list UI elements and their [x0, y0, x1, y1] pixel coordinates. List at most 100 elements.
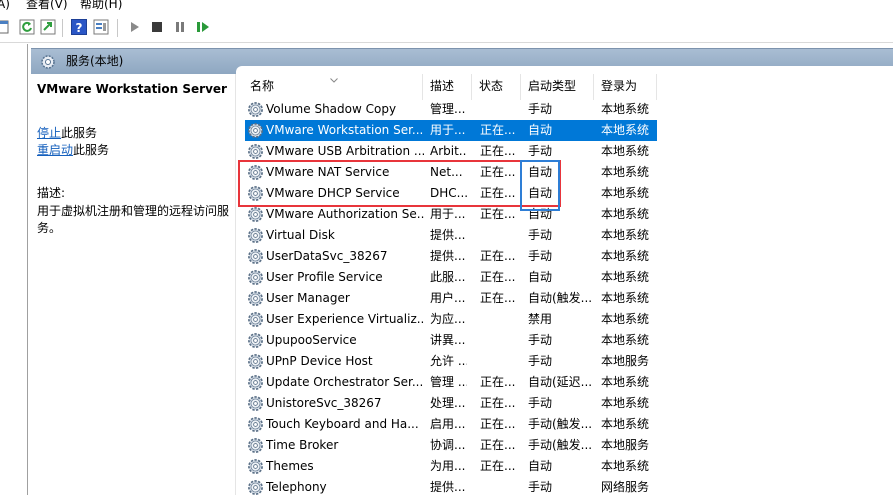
service-startup-type: 手动 — [528, 333, 553, 347]
column-divider[interactable] — [593, 74, 594, 100]
export-icon[interactable] — [40, 19, 56, 35]
service-logon-as: 本地系统 — [601, 165, 650, 179]
pane-title: 服务(本地) — [66, 54, 124, 68]
service-row[interactable]: User Manager 用户... 正在... 自动(触发... 本地系统 — [245, 288, 657, 309]
service-status: 正在... — [480, 207, 516, 221]
back-icon[interactable] — [0, 19, 10, 35]
service-description-cell: 管理 ... — [430, 375, 467, 389]
service-gear-icon — [248, 354, 263, 369]
menu-help[interactable]: 帮助(H) — [80, 0, 122, 11]
red-highlight-box — [238, 160, 561, 207]
service-description-cell: Arbit... — [430, 144, 467, 158]
stop-service-link[interactable]: 停止 — [37, 126, 61, 140]
column-divider[interactable] — [422, 74, 423, 100]
help-icon[interactable]: ? — [71, 19, 87, 35]
column-header-logon-as[interactable]: 登录为 — [601, 79, 637, 94]
service-logon-as: 网络服务 — [601, 480, 650, 494]
service-logon-as: 本地系统 — [601, 186, 650, 200]
service-name: UnistoreSvc_38267 — [266, 396, 382, 410]
service-row[interactable]: Telephony 提供... 手动 网络服务 — [245, 477, 657, 495]
service-startup-type: 手动 — [528, 228, 553, 242]
column-header-name[interactable]: 名称 — [250, 79, 274, 94]
stop-service-action: 停止此服务 — [37, 125, 97, 141]
service-description-cell: 此服... — [430, 270, 466, 284]
service-startup-type: 手动 — [528, 249, 553, 263]
service-row[interactable]: Volume Shadow Copy 管理... 手动 本地系统 — [245, 99, 657, 120]
service-status: 正在... — [480, 249, 516, 263]
service-logon-as: 本地系统 — [601, 333, 650, 347]
service-logon-as: 本地系统 — [601, 417, 650, 431]
services-gear-icon — [41, 55, 55, 69]
service-description: 用于虚拟机注册和管理的远程访问服务。 — [37, 204, 230, 235]
service-row[interactable]: User Profile Service 此服... 正在... 自动 本地系统 — [245, 267, 657, 288]
service-startup-type: 手动 — [528, 480, 553, 494]
service-gear-icon — [248, 312, 263, 327]
service-row[interactable]: Touch Keyboard and Ha... 启用... 正在... 手动(… — [245, 414, 657, 435]
restart-service-link[interactable]: 重启动 — [37, 143, 73, 157]
service-row[interactable]: UnistoreSvc_38267 处理... 正在... 手动 本地系统 — [245, 393, 657, 414]
service-row[interactable]: UPnP Device Host 允许 ... 手动 本地服务 — [245, 351, 657, 372]
service-startup-type: 手动(触发... — [528, 438, 593, 452]
service-description-cell: 允许 ... — [430, 354, 467, 368]
column-divider[interactable] — [520, 74, 521, 100]
service-status: 正在... — [480, 270, 516, 284]
service-gear-icon — [248, 417, 263, 432]
toolbar-separator — [117, 19, 118, 37]
properties-icon[interactable] — [93, 19, 109, 35]
service-logon-as: 本地服务 — [601, 438, 650, 452]
service-name: Update Orchestrator Ser... — [266, 375, 424, 389]
service-logon-as: 本地系统 — [601, 123, 650, 137]
service-description-cell: 提供... — [430, 228, 466, 242]
console-tree[interactable] — [0, 44, 28, 495]
service-startup-type: 手动 — [528, 354, 553, 368]
service-description-cell: 用于... — [430, 207, 466, 221]
service-logon-as: 本地系统 — [601, 228, 650, 242]
service-row[interactable]: Update Orchestrator Ser... 管理 ... 正在... … — [245, 372, 657, 393]
service-logon-as: 本地系统 — [601, 144, 650, 158]
service-name: UserDataSvc_38267 — [266, 249, 388, 263]
service-row[interactable]: UpupooService 讲異... 手动 本地系统 — [245, 330, 657, 351]
service-row[interactable]: VMware Authorization Se... 用于... 正在... 自… — [245, 204, 657, 225]
refresh-icon[interactable] — [19, 19, 35, 35]
service-name: Virtual Disk — [266, 228, 335, 242]
service-startup-type: 手动 — [528, 396, 553, 410]
services-list[interactable]: 名称 描述 状态 启动类型 登录为 Volume Shadow Copy 管理.… — [236, 66, 893, 495]
list-header: 名称 描述 状态 启动类型 登录为 — [236, 74, 893, 100]
service-startup-type: 自动 — [528, 123, 553, 137]
service-row[interactable]: VMware USB Arbitration ... Arbit... 正在..… — [245, 141, 657, 162]
service-row[interactable]: Time Broker 协调... 正在... 手动(触发... 本地服务 — [245, 435, 657, 456]
service-name: VMware Authorization Se... — [266, 207, 424, 221]
service-gear-icon — [248, 438, 263, 453]
service-row[interactable]: UserDataSvc_38267 提供... 正在... 手动 本地系统 — [245, 246, 657, 267]
service-gear-icon — [248, 480, 263, 495]
column-divider[interactable] — [656, 74, 657, 100]
service-row[interactable]: Virtual Disk 提供... 手动 本地系统 — [245, 225, 657, 246]
start-icon[interactable] — [127, 19, 143, 35]
service-gear-icon — [248, 123, 263, 138]
service-startup-type: 自动 — [528, 270, 553, 284]
column-header-description[interactable]: 描述 — [430, 79, 454, 94]
stop-service-suffix: 此服务 — [61, 126, 98, 140]
service-row[interactable]: User Experience Virtualiz... 为应... 禁用 本地… — [245, 309, 657, 330]
pause-icon[interactable] — [172, 19, 188, 35]
selected-service-name: VMware Workstation Server — [37, 82, 227, 96]
service-logon-as: 本地系统 — [601, 375, 650, 389]
stop-icon[interactable] — [149, 19, 165, 35]
service-gear-icon — [248, 144, 263, 159]
service-description-cell: 处理... — [430, 396, 466, 410]
service-row-selected[interactable]: VMware Workstation Ser... 用于... 正在... 自动… — [245, 120, 657, 141]
column-divider[interactable] — [471, 74, 472, 100]
service-name: User Manager — [266, 291, 350, 305]
service-name: UPnP Device Host — [266, 354, 373, 368]
column-header-status[interactable]: 状态 — [479, 79, 503, 94]
restart-icon[interactable] — [195, 19, 211, 35]
menu-action[interactable]: A) — [0, 0, 10, 11]
service-status: 正在... — [480, 396, 516, 410]
service-status: 正在... — [480, 375, 516, 389]
restart-service-action: 重启动此服务 — [37, 142, 109, 158]
column-header-startup-type[interactable]: 启动类型 — [528, 79, 576, 94]
menu-view[interactable]: 查看(V) — [26, 0, 68, 11]
service-status: 正在... — [480, 438, 516, 452]
service-row[interactable]: Themes 为用... 正在... 自动 本地系统 — [245, 456, 657, 477]
service-startup-type: 禁用 — [528, 312, 553, 326]
